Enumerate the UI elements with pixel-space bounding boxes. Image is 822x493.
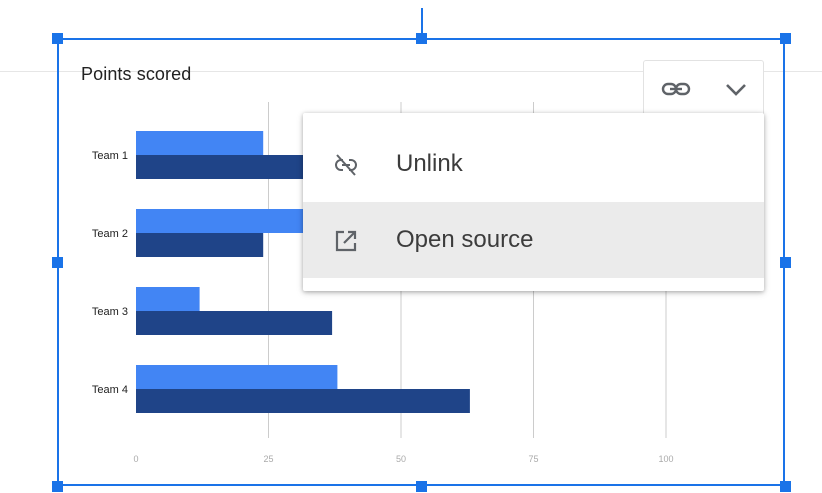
bar-team-4-series-1 <box>136 365 338 389</box>
bar-team-4-series-2 <box>136 389 470 413</box>
open-in-new-icon <box>335 230 357 252</box>
x-tick-label: 100 <box>658 454 673 464</box>
link-icon <box>661 82 691 96</box>
linked-chart-menu: Unlink Open source <box>303 113 764 291</box>
chart-toolbar <box>643 60 764 117</box>
category-label: Team 1 <box>92 150 128 162</box>
menu-item-label: Unlink <box>396 150 463 177</box>
x-tick-label: 25 <box>263 454 273 464</box>
chevron-down-icon <box>726 84 746 96</box>
unlink-icon <box>335 154 357 176</box>
menu-item-unlink[interactable]: Unlink <box>303 126 764 202</box>
dropdown-button[interactable] <box>716 71 756 107</box>
bar-team-1-series-1 <box>136 131 264 155</box>
x-tick-label: 50 <box>396 454 406 464</box>
bar-team-2-series-1 <box>136 209 306 233</box>
category-label: Team 3 <box>92 306 128 318</box>
bar-team-3-series-1 <box>136 287 200 311</box>
x-tick-label: 0 <box>133 454 138 464</box>
menu-item-open-source[interactable]: Open source <box>303 202 764 278</box>
category-label: Team 2 <box>92 228 128 240</box>
bar-team-3-series-2 <box>136 311 333 335</box>
bar-team-1-series-2 <box>136 155 306 179</box>
category-label: Team 4 <box>92 384 128 396</box>
link-button[interactable] <box>656 71 696 107</box>
bar-team-2-series-2 <box>136 233 264 257</box>
x-tick-label: 75 <box>528 454 538 464</box>
menu-item-label: Open source <box>396 226 534 253</box>
